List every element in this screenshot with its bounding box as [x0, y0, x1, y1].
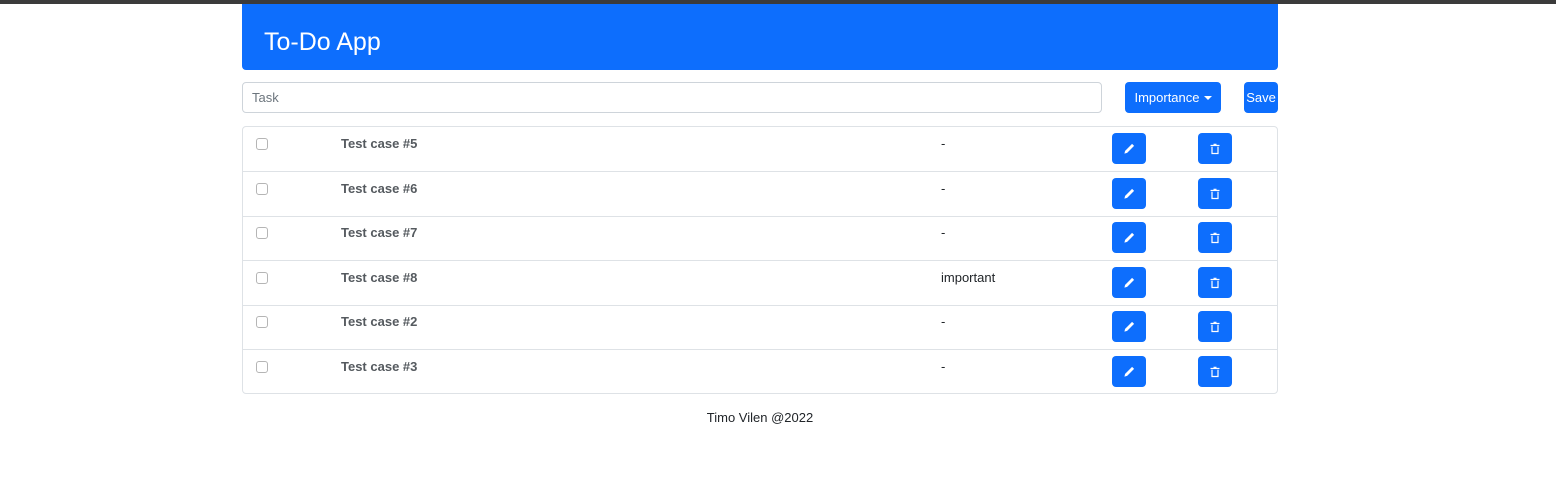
task-checkbox[interactable] — [256, 138, 268, 150]
task-input[interactable] — [242, 82, 1102, 113]
delete-button[interactable] — [1198, 311, 1232, 342]
task-name: Test case #2 — [341, 314, 418, 329]
save-button[interactable]: Save — [1244, 82, 1278, 113]
trash-icon — [1210, 366, 1220, 377]
task-checkbox[interactable] — [256, 272, 268, 284]
task-checkbox[interactable] — [256, 361, 268, 373]
delete-button[interactable] — [1198, 133, 1232, 164]
pencil-icon — [1124, 232, 1135, 243]
edit-button[interactable] — [1112, 356, 1146, 387]
task-name: Test case #8 — [341, 270, 418, 285]
task-checkbox[interactable] — [256, 316, 268, 328]
trash-icon — [1210, 188, 1220, 199]
pencil-icon — [1124, 277, 1135, 288]
app-title: To-Do App — [264, 28, 381, 56]
importance-dropdown-label: Importance — [1134, 90, 1200, 105]
trash-icon — [1210, 321, 1220, 332]
delete-button[interactable] — [1198, 356, 1232, 387]
task-checkbox[interactable] — [256, 227, 268, 239]
edit-button[interactable] — [1112, 267, 1146, 298]
task-checkbox[interactable] — [256, 183, 268, 195]
task-importance: - — [941, 314, 946, 329]
delete-button[interactable] — [1198, 222, 1232, 253]
task-name: Test case #7 — [341, 225, 418, 240]
task-row: Test case #8 important — [243, 261, 1277, 306]
task-importance: - — [941, 359, 946, 374]
task-row: Test case #2 - — [243, 305, 1277, 350]
edit-button[interactable] — [1112, 222, 1146, 253]
task-name: Test case #3 — [341, 359, 418, 374]
task-row: Test case #6 - — [243, 172, 1277, 217]
pencil-icon — [1124, 366, 1135, 377]
task-importance: - — [941, 225, 946, 240]
task-importance: important — [941, 270, 996, 285]
task-importance: - — [941, 136, 946, 151]
trash-icon — [1210, 232, 1220, 243]
pencil-icon — [1124, 143, 1135, 154]
task-name: Test case #6 — [341, 181, 418, 196]
task-importance: - — [941, 181, 946, 196]
caret-down-icon — [1203, 95, 1212, 100]
delete-button[interactable] — [1198, 178, 1232, 209]
importance-dropdown-button[interactable]: Importance — [1125, 82, 1221, 113]
task-list: Test case #5 - Test case #6 - Test case … — [242, 126, 1278, 394]
task-row: Test case #7 - — [243, 216, 1277, 261]
edit-button[interactable] — [1112, 311, 1146, 342]
delete-button[interactable] — [1198, 267, 1232, 298]
trash-icon — [1210, 143, 1220, 154]
task-name: Test case #5 — [341, 136, 418, 151]
task-row: Test case #3 - — [243, 350, 1277, 395]
footer-credit: Timo Vilen @2022 — [706, 410, 814, 425]
edit-button[interactable] — [1112, 178, 1146, 209]
edit-button[interactable] — [1112, 133, 1146, 164]
save-button-label: Save — [1246, 90, 1276, 105]
pencil-icon — [1124, 188, 1135, 199]
pencil-icon — [1124, 321, 1135, 332]
trash-icon — [1210, 277, 1220, 288]
task-row: Test case #5 - — [243, 127, 1277, 172]
app-header: To-Do App — [242, 4, 1278, 70]
